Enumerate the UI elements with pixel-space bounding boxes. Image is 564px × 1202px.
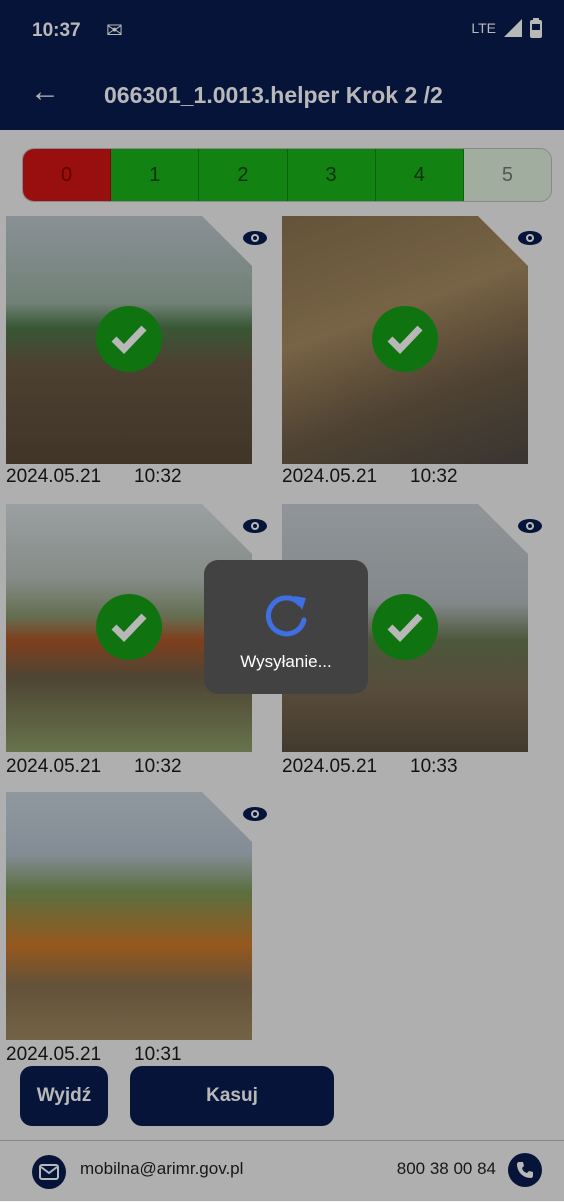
loading-dialog: Wysyłanie... <box>204 560 368 694</box>
refresh-spinner-icon <box>266 595 307 637</box>
loading-label: Wysyłanie... <box>240 652 332 671</box>
